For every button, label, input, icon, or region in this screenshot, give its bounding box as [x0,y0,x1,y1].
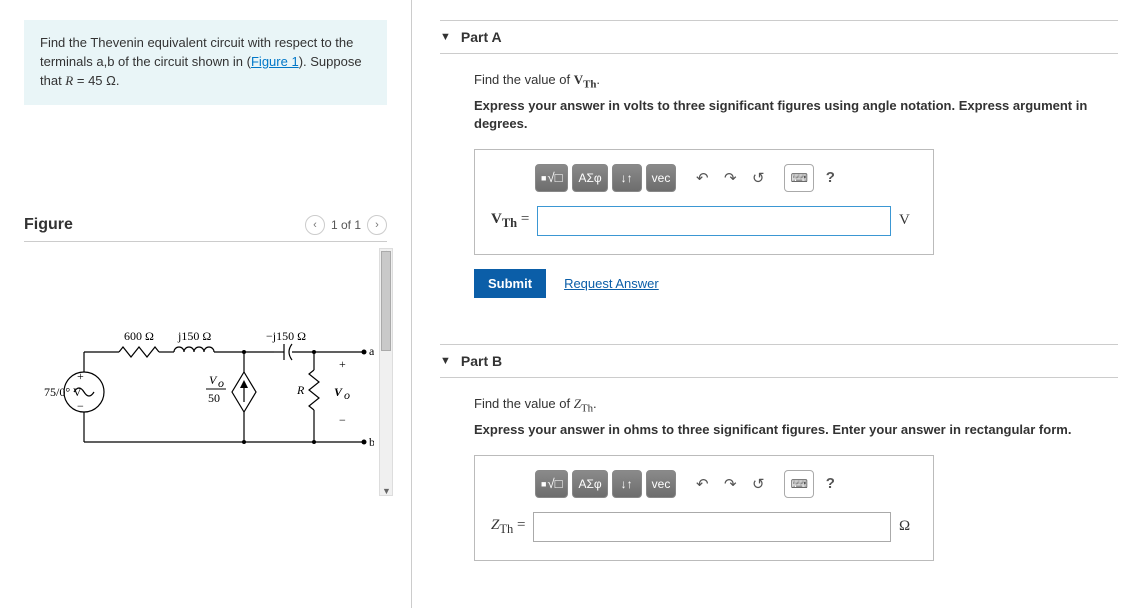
figure-header: Figure ‹ 1 of 1 › [24,215,387,242]
label-c1: −j150 Ω [266,329,306,343]
part-a-body: Find the value of VTh. Express your answ… [440,72,1118,344]
part-a-instruction: Express your answer in volts to three si… [474,97,1118,133]
label-R: R [296,383,305,397]
label-vo-sub: o [344,388,350,402]
templates-button[interactable]: ■√□ [535,164,568,192]
part-b-unit: Ω [899,518,917,535]
caret-down-icon: ▼ [440,31,451,43]
keyboard-button[interactable]: ⌨ [784,470,814,498]
part-b-instruction: Express your answer in ohms to three sig… [474,421,1118,439]
part-b-header[interactable]: ▼ Part B [440,344,1118,378]
part-b-find: Find the value of ZTh. [474,396,1118,415]
figure-pager-text: 1 of 1 [331,218,361,232]
undo-button[interactable]: ↶ [690,470,714,498]
figure-title: Figure [24,216,73,234]
reset-button[interactable]: ↺ [746,470,770,498]
right-pane: ▼ Part A Find the value of VTh. Express … [412,0,1138,608]
vec-button[interactable]: vec [646,470,677,498]
label-minus: − [339,413,346,427]
label-plus: + [339,357,346,371]
part-a-submit-button[interactable]: Submit [474,269,546,298]
figure-next-button[interactable]: › [367,215,387,235]
figure-prev-button[interactable]: ‹ [305,215,325,235]
problem-unit: Ω [106,73,116,88]
part-a-toolbar: ■√□ ΑΣφ ↓↑ vec ↶ ↷ ↺ ⌨ ? [491,164,917,192]
part-a-request-answer-link[interactable]: Request Answer [564,276,659,291]
part-b-toolbar: ■√□ ΑΣφ ↓↑ vec ↶ ↷ ↺ ⌨ ? [491,470,917,498]
part-b-body: Find the value of ZTh. Express your answ… [440,396,1118,595]
label-dep-den: 50 [208,391,220,405]
label-l1: j150 Ω [177,329,211,343]
part-b-answer-box: ■√□ ΑΣφ ↓↑ vec ↶ ↷ ↺ ⌨ ? ZTh = Ω [474,455,934,561]
label-vo: V [334,385,343,399]
part-a-find: Find the value of VTh. [474,72,1118,91]
figure-pager: ‹ 1 of 1 › [305,215,387,235]
part-a-unit: V [899,212,917,229]
figure-scrollbar[interactable]: ▲ ▼ [379,248,393,496]
label-r1: 600 Ω [124,329,154,343]
label-source: 75/0° V [44,385,82,399]
part-b-title: Part B [461,353,502,369]
part-a-answer-box: ■√□ ΑΣφ ↓↑ vec ↶ ↷ ↺ ⌨ ? VTh = V [474,149,934,255]
circuit-diagram: 75/0° V + − 600 Ω j150 Ω −j150 Ω V o 50 … [44,322,374,472]
undo-button[interactable]: ↶ [690,164,714,192]
left-pane: Find the Thevenin equivalent circuit wit… [0,0,412,608]
scrollbar-thumb[interactable] [381,251,391,351]
subscript-button[interactable]: ↓↑ [612,470,642,498]
problem-statement: Find the Thevenin equivalent circuit wit… [24,20,387,105]
redo-button[interactable]: ↷ [718,164,742,192]
figure-body: ▲ ▼ [24,242,387,502]
vec-button[interactable]: vec [646,164,677,192]
caret-down-icon: ▼ [440,355,451,367]
figure-link[interactable]: Figure 1 [251,54,299,69]
label-a: a [369,344,374,358]
greek-button[interactable]: ΑΣφ [572,470,607,498]
label-dep-num-sub: o [218,376,224,390]
subscript-button[interactable]: ↓↑ [612,164,642,192]
svg-text:+: + [77,369,84,383]
svg-text:−: − [77,399,84,413]
figure-section: Figure ‹ 1 of 1 › ▲ ▼ [24,215,387,502]
problem-eq: = 45 [73,73,106,88]
redo-button[interactable]: ↷ [718,470,742,498]
part-a-header[interactable]: ▼ Part A [440,20,1118,54]
part-a-answer-input[interactable] [537,206,891,236]
problem-period: . [116,73,120,88]
help-button[interactable]: ? [818,470,842,498]
label-b: b [369,435,374,449]
part-b-answer-input[interactable] [533,512,891,542]
keyboard-button[interactable]: ⌨ [784,164,814,192]
reset-button[interactable]: ↺ [746,164,770,192]
label-dep-num: V [209,373,218,387]
templates-button[interactable]: ■√□ [535,470,568,498]
help-button[interactable]: ? [818,164,842,192]
part-a-title: Part A [461,29,502,45]
greek-button[interactable]: ΑΣφ [572,164,607,192]
part-b-answer-label: ZTh = [491,517,525,537]
part-a-answer-label: VTh = [491,211,529,231]
